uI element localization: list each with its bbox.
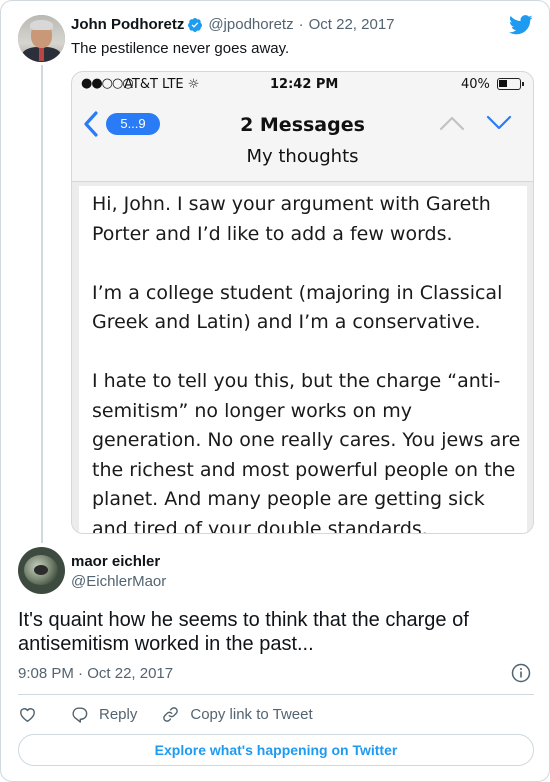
reply-label: Reply <box>99 705 138 723</box>
tweet-time: 9:08 PM <box>18 665 74 682</box>
explore-twitter-button[interactable]: Explore what's happening on Twitter <box>18 734 534 766</box>
thread-line <box>41 65 43 543</box>
copy-link-button[interactable]: Copy link to Tweet <box>161 705 313 724</box>
avatar-john-podhoretz[interactable] <box>18 15 65 62</box>
tweet-timestamp[interactable]: 9:08 PM · Oct 22, 2017 <box>18 665 173 682</box>
divider <box>18 694 534 695</box>
avatar-maor-eichler[interactable] <box>18 547 65 594</box>
chevron-up-icon <box>439 116 465 131</box>
tweet-date[interactable]: Oct 22, 2017 <box>309 16 395 33</box>
message-area: Hi, John. I saw your argument with Garet… <box>72 182 533 534</box>
ios-status-bar: ●●○○○ AT&T LTE ☼ 12:42 PM 40% <box>72 72 533 98</box>
tweet-embed-card: John Podhoretz @jpodhoretz · Oct 22, 201… <box>0 0 550 782</box>
status-time: 12:42 PM <box>270 77 339 92</box>
mail-nav-bar: 5...9 2 Messages My thoughts <box>72 98 533 182</box>
message-paragraph: Hi, John. I saw your argument with Garet… <box>92 193 491 245</box>
battery-icon <box>497 78 524 90</box>
twitter-bird-icon[interactable] <box>509 15 533 35</box>
reply-button[interactable]: Reply <box>70 705 137 724</box>
message-paragraph: I’m a college student (majoring in Class… <box>92 281 503 334</box>
reply-tweet-text: It's quaint how he seems to think that t… <box>18 609 469 655</box>
message-text: Hi, John. I saw your argument with Garet… <box>92 190 522 534</box>
message-card: Hi, John. I saw your argument with Garet… <box>79 186 527 534</box>
header-separator: · <box>298 16 304 33</box>
like-button[interactable] <box>18 705 37 724</box>
parent-tweet-text: The pestilence never goes away. <box>71 40 290 57</box>
reply-icon <box>72 706 88 723</box>
info-icon[interactable] <box>511 663 531 683</box>
author-handle[interactable]: @jpodhoretz <box>208 16 293 33</box>
message-paragraph: I hate to tell you this, but the charge … <box>92 370 521 534</box>
reply-author-name[interactable]: maor eichler <box>71 553 160 570</box>
verified-badge-icon <box>188 17 203 32</box>
chevron-down-icon <box>486 115 512 130</box>
reply-author-handle[interactable]: @EichlerMaor <box>71 573 166 590</box>
battery-fill <box>499 80 507 87</box>
author-name[interactable]: John Podhoretz <box>71 16 184 33</box>
tweet-media-image[interactable]: ●●○○○ AT&T LTE ☼ 12:42 PM 40% 5...9 2 Me… <box>71 71 534 534</box>
tweet-actions: Reply Copy link to Tweet <box>18 704 313 724</box>
message-subject: My thoughts <box>246 146 359 167</box>
heart-icon <box>20 707 35 722</box>
parent-tweet-header: John Podhoretz @jpodhoretz · Oct 22, 201… <box>71 16 395 33</box>
link-icon <box>163 706 179 722</box>
carrier-label: AT&T LTE ☼ <box>124 77 200 92</box>
timestamp-separator: · <box>78 665 84 682</box>
battery-percent: 40% <box>461 77 490 92</box>
copy-link-label: Copy link to Tweet <box>190 705 313 723</box>
tweet-date: Oct 22, 2017 <box>87 665 174 682</box>
